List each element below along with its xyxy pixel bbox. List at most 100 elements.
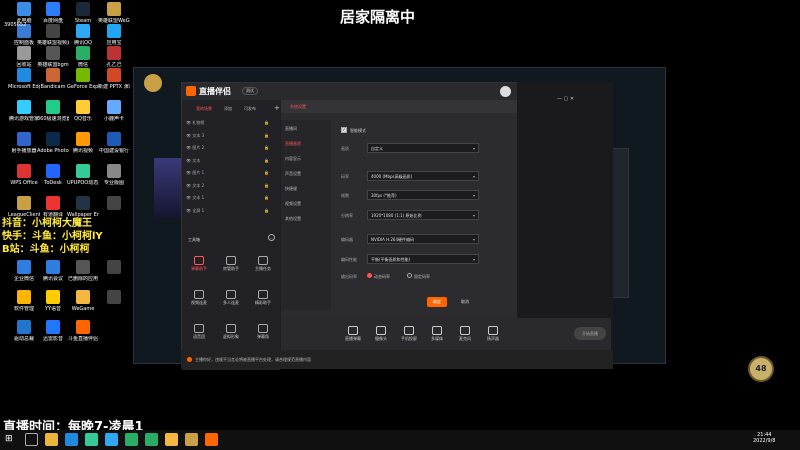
bottom-tool-button[interactable]: 扬声器 xyxy=(482,326,504,342)
add-icon[interactable]: + xyxy=(274,104,280,112)
radio-dynamic[interactable] xyxy=(367,273,372,278)
setting-select[interactable]: 自定义 xyxy=(367,143,479,153)
desktop-icon[interactable]: Adobe Photoshop xyxy=(37,132,69,154)
desktop-icon[interactable]: 腾讯QQ xyxy=(67,24,99,46)
bottom-tool-button[interactable]: 麦克风 xyxy=(454,326,476,342)
chrome-icon[interactable] xyxy=(85,433,98,446)
desktop-icon[interactable]: 腾讯游戏管家 xyxy=(8,100,40,122)
bottom-tool-button[interactable]: 直播弹幕 xyxy=(342,326,364,342)
desktop-icon[interactable]: 斗鱼直播伴侣 xyxy=(67,320,99,342)
desktop-icon[interactable]: Bandicam xyxy=(37,68,69,90)
desktop-icon[interactable]: 应用宝 xyxy=(98,24,130,46)
lock-icon[interactable]: 🔒 xyxy=(264,208,269,213)
bottom-tool-button[interactable]: 摄像头 xyxy=(370,326,392,342)
desktop-icon[interactable] xyxy=(98,290,130,306)
desktop-icon[interactable]: 软件管理 xyxy=(8,290,40,312)
setting-select[interactable]: NVIDIA H.264硬件编码 xyxy=(367,234,479,244)
scene-layer[interactable]: 👁 文本 3 🔒 xyxy=(186,133,269,139)
desktop-icon[interactable]: 已删除的应用 xyxy=(67,260,99,282)
desktop-icon[interactable]: 中国建设银行 xyxy=(98,132,130,154)
settings-nav-item[interactable]: 视频设置 xyxy=(285,201,301,207)
desktop-icon[interactable]: 迅雷影音 xyxy=(37,320,69,342)
wechat-icon[interactable] xyxy=(125,433,138,446)
wegame-icon[interactable] xyxy=(165,433,178,446)
bottom-tool-button[interactable]: 多媒体 xyxy=(426,326,448,342)
desktop-icon[interactable]: ToDesk xyxy=(37,164,69,186)
settings-nav-item[interactable]: 其他设置 xyxy=(285,216,301,222)
tool-button[interactable]: 语音团 xyxy=(188,324,210,340)
tool-button[interactable]: 多人连麦 xyxy=(220,290,242,306)
start-live-button[interactable]: 开始直播 xyxy=(574,327,606,340)
lock-icon[interactable]: 🔒 xyxy=(264,170,269,175)
desktop-icon[interactable]: 射手播放器 xyxy=(8,132,40,154)
beta-badge[interactable]: 测试 xyxy=(242,87,258,95)
desktop-icon[interactable]: 企业微信 xyxy=(8,260,40,282)
tool-button[interactable]: 虚拟形象 xyxy=(220,324,242,340)
desktop-icon[interactable]: 微信 xyxy=(67,46,99,68)
window-controls[interactable]: — ▢ ✕ xyxy=(557,96,613,104)
wechat-work-icon[interactable] xyxy=(145,433,158,446)
desktop-icon[interactable]: 百度网盘 xyxy=(37,2,69,24)
setting-select[interactable]: 4000 (Mbps高级画质) xyxy=(367,171,479,181)
lock-icon[interactable]: 🔒 xyxy=(264,195,269,200)
desktop-icon[interactable]: 驱动总裁 xyxy=(8,320,40,342)
desktop-icon[interactable]: 孔乙己 xyxy=(98,46,130,68)
setting-select[interactable]: 平衡(平衡画质和性能) xyxy=(367,254,479,264)
desktop-icon[interactable]: QQ音乐 xyxy=(67,100,99,122)
settings-nav-item[interactable]: 内容显示 xyxy=(285,156,301,162)
clock[interactable]: 21:44 2022/9/8 xyxy=(753,432,775,444)
settings-nav-item[interactable]: 快捷键 xyxy=(285,186,297,192)
desktop-icon[interactable]: 360极速浏览器 xyxy=(37,100,69,122)
settings-nav-item[interactable]: 直播画质 xyxy=(285,141,301,147)
confirm-button[interactable]: 确定 xyxy=(427,297,447,307)
desktop-icon[interactable] xyxy=(98,196,130,212)
lock-icon[interactable]: 🔒 xyxy=(264,133,269,138)
desktop-icon[interactable]: 新建 PPTX 演示文稿 xyxy=(98,68,130,90)
desktop-icon[interactable]: YY语音 xyxy=(37,290,69,312)
lock-icon[interactable]: 🔒 xyxy=(264,183,269,188)
more-icon[interactable]: … xyxy=(268,234,275,241)
scene-layer[interactable]: 👁 图片 2 🔒 xyxy=(186,145,269,151)
desktop-icon[interactable]: Steam xyxy=(67,2,99,24)
scene-layer[interactable]: 👁 文本 🔒 xyxy=(186,158,269,164)
scene-layer[interactable]: 👁 文本 1 🔒 xyxy=(186,195,269,201)
avatar[interactable] xyxy=(500,86,511,97)
tab-publish[interactable]: 可发布 xyxy=(244,106,256,112)
lock-icon[interactable]: 🔒 xyxy=(264,158,269,163)
tab-my-scenes[interactable]: 我的场景 xyxy=(196,106,212,112)
desktop-icon[interactable]: 腾讯会议 xyxy=(37,260,69,282)
settings-nav-item[interactable]: 声音设置 xyxy=(285,171,301,177)
desktop-icon[interactable]: Microsoft Edge xyxy=(8,68,40,90)
tool-button[interactable]: 弹幕助手 xyxy=(188,256,210,272)
scene-layer[interactable]: 👁 文本 2 🔒 xyxy=(186,183,269,189)
smart-mode-checkbox[interactable]: ✓ xyxy=(341,127,347,133)
tool-button[interactable]: 精彩助手 xyxy=(252,290,274,306)
desktop-icon[interactable]: 英雄联盟WeGame版 xyxy=(98,2,130,24)
desktop-icon[interactable]: 英雄联盟视频素材 xyxy=(37,24,69,46)
file-explorer-icon[interactable] xyxy=(45,433,58,446)
tab-add[interactable]: 添加 xyxy=(224,106,232,112)
league-icon[interactable] xyxy=(185,433,198,446)
radio-fixed[interactable] xyxy=(407,273,412,278)
setting-select[interactable]: 30fps (*推荐) xyxy=(367,190,479,200)
cancel-button[interactable]: 取消 xyxy=(455,297,475,307)
scene-layer[interactable]: 👁 全屏 1 🔒 xyxy=(186,208,269,214)
scene-layer[interactable]: 👁 图片 1 🔒 xyxy=(186,170,269,176)
lock-icon[interactable]: 🔒 xyxy=(264,145,269,150)
desktop-icon[interactable]: GeForce Experience xyxy=(67,68,99,90)
tool-button[interactable]: 房管助手 xyxy=(220,256,242,272)
tool-button[interactable]: 弹幕角 xyxy=(252,324,274,340)
settings-nav-item[interactable]: 直播间 xyxy=(285,126,297,132)
tool-button[interactable]: 视频连麦 xyxy=(188,290,210,306)
windows-start-icon[interactable]: ⊞ xyxy=(5,434,16,445)
desktop-icon[interactable]: 专业版图 xyxy=(98,164,130,186)
edge-icon[interactable] xyxy=(65,433,78,446)
scene-layer[interactable]: 👁 礼物榜 🔒 xyxy=(186,120,269,126)
streaming-app-taskbar-icon[interactable] xyxy=(205,433,218,446)
qq-icon[interactable] xyxy=(105,433,118,446)
desktop-icon[interactable]: WeGame xyxy=(67,290,99,312)
desktop-icon[interactable]: 小鹿声卡 xyxy=(98,100,130,122)
desktop-icon[interactable]: 回收站 xyxy=(8,46,40,68)
desktop-icon[interactable]: 此电脑 xyxy=(8,2,40,24)
search-icon[interactable] xyxy=(25,433,38,446)
